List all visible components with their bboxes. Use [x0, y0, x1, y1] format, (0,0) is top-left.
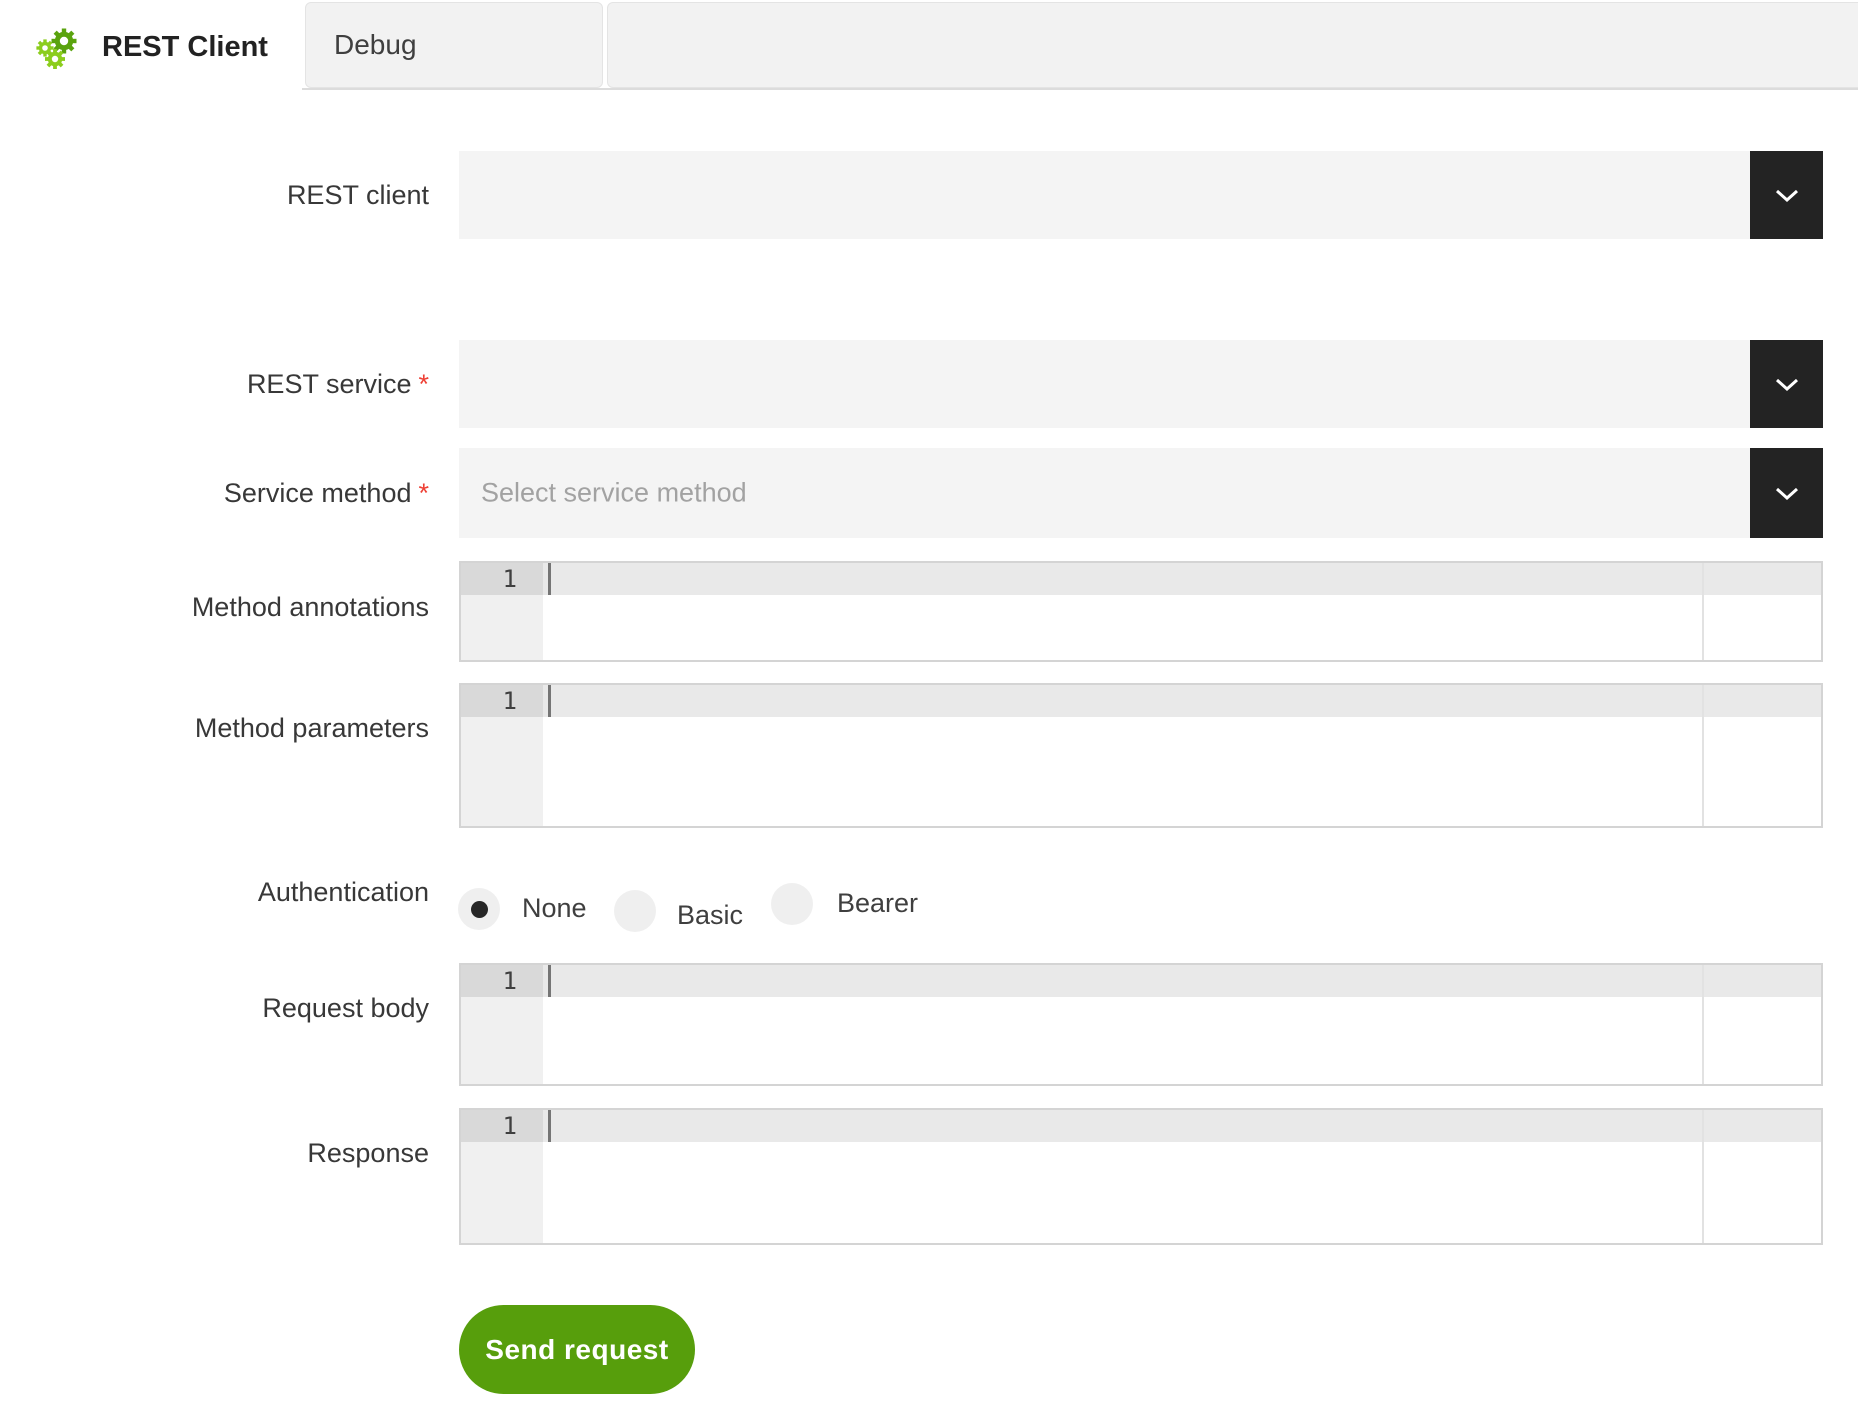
active-line-highlight — [461, 965, 1821, 997]
active-line-highlight — [461, 685, 1821, 717]
service-method-dropdown-button[interactable] — [1750, 448, 1823, 538]
line-number: 1 — [461, 563, 543, 595]
text-cursor — [548, 563, 551, 595]
method-annotations-label: Method annotations — [192, 591, 429, 623]
radio-bearer-label[interactable]: Bearer — [837, 887, 918, 919]
print-margin-line — [1702, 685, 1704, 826]
service-method-select[interactable]: Select service method — [459, 448, 1823, 538]
tab-rest-client-label: REST Client — [102, 31, 268, 64]
response-label: Response — [307, 1137, 429, 1169]
method-parameters-editor[interactable]: 1 — [459, 683, 1823, 828]
print-margin-line — [1702, 965, 1704, 1084]
text-cursor — [548, 685, 551, 717]
print-margin-line — [1702, 563, 1704, 660]
rest-service-select[interactable] — [459, 340, 1823, 428]
send-request-button[interactable]: Send request — [459, 1305, 695, 1394]
request-body-editor[interactable]: 1 — [459, 963, 1823, 1086]
print-margin-line — [1702, 1110, 1704, 1243]
line-number: 1 — [461, 965, 543, 997]
radio-none-label[interactable]: None — [522, 892, 587, 924]
chevron-down-icon — [1775, 378, 1799, 391]
rest-client-select[interactable] — [459, 151, 1823, 239]
tab-debug-label: Debug — [334, 29, 417, 61]
required-asterisk: * — [418, 369, 429, 399]
line-number: 1 — [461, 1110, 543, 1142]
rest-client-label: REST client — [287, 179, 429, 211]
tab-rest-client[interactable]: REST Client — [0, 0, 302, 95]
required-asterisk: * — [418, 478, 429, 508]
rest-client-dropdown-button[interactable] — [1750, 151, 1823, 239]
method-parameters-label: Method parameters — [195, 712, 429, 744]
service-method-label: Service method* — [224, 477, 429, 509]
service-method-placeholder: Select service method — [481, 478, 747, 509]
chevron-down-icon — [1775, 487, 1799, 500]
response-editor[interactable]: 1 — [459, 1108, 1823, 1245]
rest-service-dropdown-button[interactable] — [1750, 340, 1823, 428]
authentication-label: Authentication — [258, 876, 429, 908]
gears-icon — [36, 26, 80, 70]
chevron-down-icon — [1775, 189, 1799, 202]
radio-selected-dot — [471, 901, 488, 918]
rest-service-label: REST service* — [247, 368, 429, 400]
text-cursor — [548, 1110, 551, 1142]
tabstrip-filler — [607, 2, 1858, 88]
radio-none[interactable] — [458, 888, 500, 930]
active-line-highlight — [461, 1110, 1821, 1142]
tabstrip-border — [302, 88, 1858, 90]
tab-debug[interactable]: Debug — [305, 2, 603, 88]
active-line-highlight — [461, 563, 1821, 595]
send-request-label: Send request — [485, 1334, 668, 1366]
line-number: 1 — [461, 685, 543, 717]
radio-bearer[interactable] — [771, 883, 813, 925]
method-annotations-editor[interactable]: 1 — [459, 561, 1823, 662]
request-body-label: Request body — [262, 992, 429, 1024]
rest-client-page: REST Client Debug REST client REST servi… — [0, 0, 1858, 1407]
radio-basic[interactable] — [614, 890, 656, 932]
radio-basic-label[interactable]: Basic — [677, 899, 743, 931]
text-cursor — [548, 965, 551, 997]
